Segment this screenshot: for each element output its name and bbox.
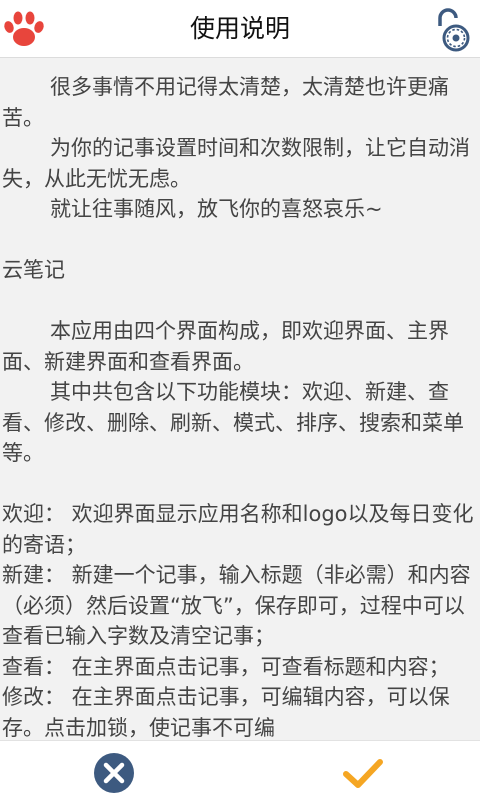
feature-view: 查看： 在主界面点击记事，可查看标题和内容； bbox=[2, 654, 450, 679]
close-icon[interactable] bbox=[93, 752, 135, 794]
unlock-icon[interactable] bbox=[434, 6, 474, 52]
structure-paragraph: 本应用由四个界面构成，即欢迎界面、主界面、新建界面和查看界面。 bbox=[2, 319, 449, 374]
app-name-heading: 云笔记 bbox=[2, 258, 65, 282]
check-icon[interactable] bbox=[342, 752, 384, 794]
feature-welcome: 欢迎： 欢迎界面显示应用名称和logo以及每日变化的寄语； bbox=[2, 502, 474, 557]
intro-paragraph-3: 就让往事随风，放飞你的喜怒哀乐~ bbox=[50, 197, 383, 221]
intro-paragraph-1: 很多事情不用记得太清楚，太清楚也许更痛苦。 bbox=[2, 75, 449, 130]
page-title: 使用说明 bbox=[189, 14, 290, 43]
modules-paragraph: 其中共包含以下功能模块：欢迎、新建、查看、修改、删除、刷新、模式、排序、搜索和菜… bbox=[2, 380, 464, 465]
instructions-content: 很多事情不用记得太清楚，太清楚也许更痛苦。 为你的记事设置时间和次数限制，让它自… bbox=[0, 58, 480, 740]
footer-bar bbox=[0, 740, 480, 800]
feature-new: 新建： 新建一个记事，输入标题（非必需）和内容（必须）然后设置“放飞”，保存即可… bbox=[2, 563, 471, 648]
intro-paragraph-2: 为你的记事设置时间和次数限制，让它自动消失，从此无忧无虑。 bbox=[2, 136, 470, 191]
feature-edit: 修改： 在主界面点击记事，可编辑内容，可以保存。点击加锁，使记事不可编 bbox=[2, 685, 450, 740]
header-bar: 使用说明 bbox=[0, 0, 480, 58]
